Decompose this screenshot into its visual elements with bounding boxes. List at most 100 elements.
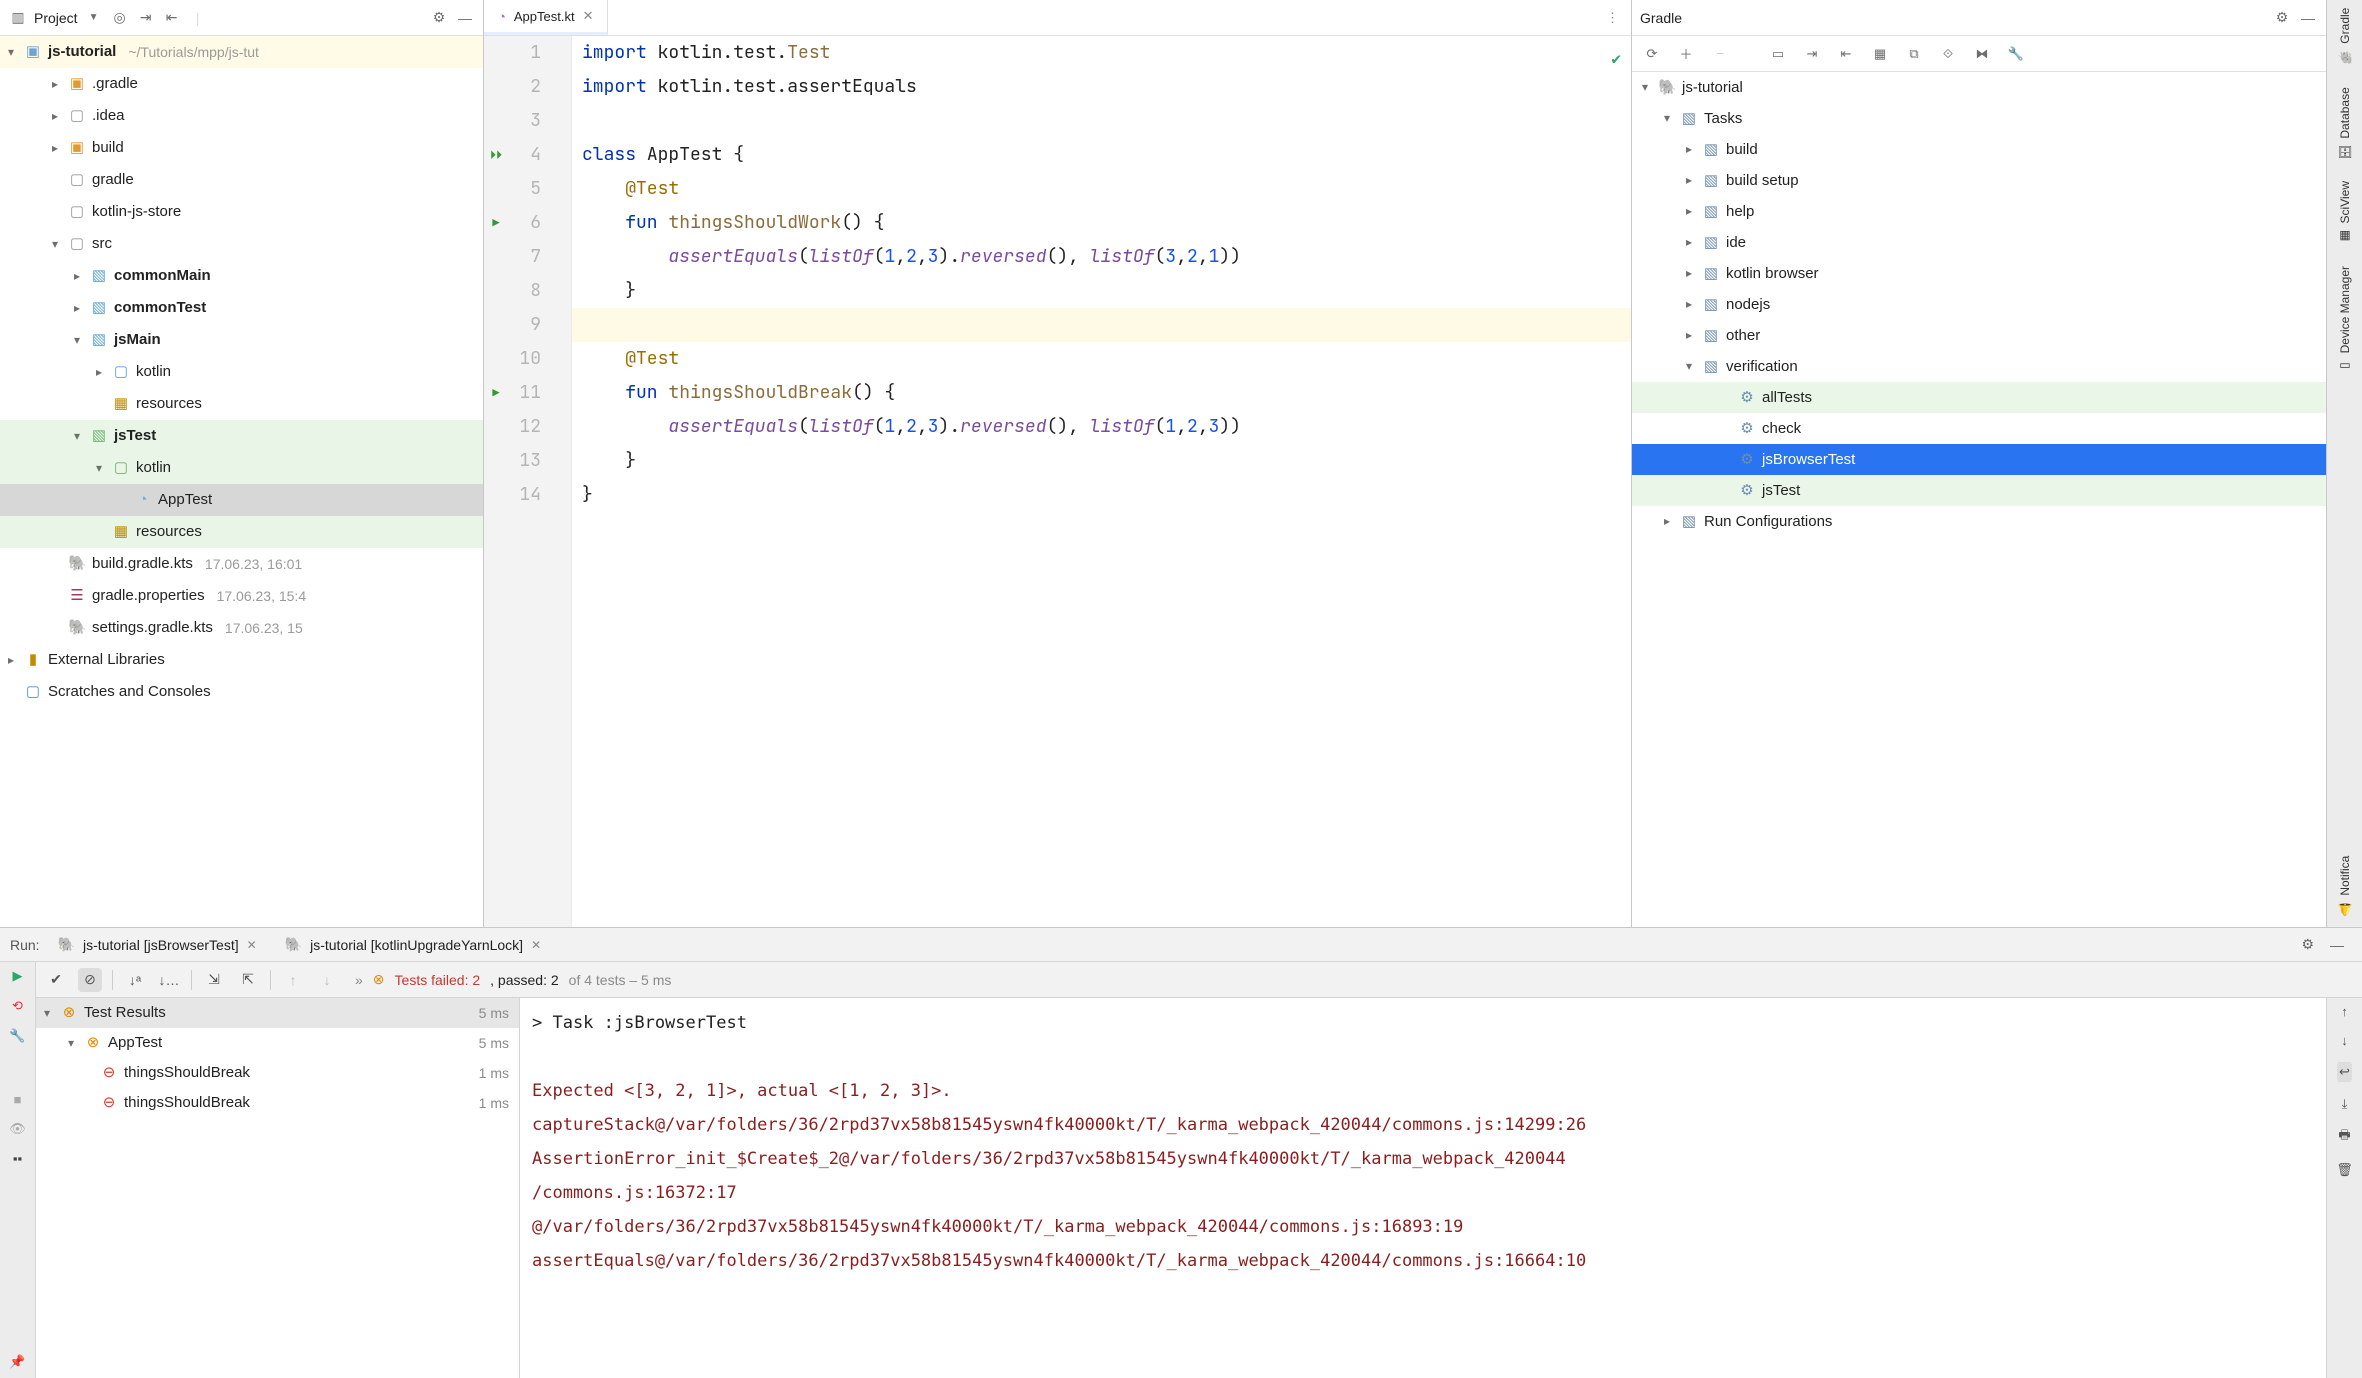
gradle-tasks[interactable]: ▾▧ Tasks (1632, 103, 2326, 134)
rail-sciview[interactable]: ▦SciView (2338, 181, 2352, 243)
remove-icon[interactable]: − (1710, 46, 1730, 61)
offline-icon[interactable]: ⟐ (1938, 46, 1958, 62)
tree-item-gradle[interactable]: ▢gradle (0, 164, 483, 196)
run-tab-upgrade[interactable]: 🐘 js-tutorial [kotlinUpgradeYarnLock] ✕ (275, 932, 551, 958)
gradle-run-configs[interactable]: ▸▧ Run Configurations (1632, 506, 2326, 537)
gutter-run-icon[interactable]: ⏵⏵ (484, 138, 508, 172)
project-title[interactable]: Project (34, 10, 78, 26)
gradle-group-verification[interactable]: ▾▧ verification (1632, 351, 2326, 382)
pin-icon[interactable]: 📌 (8, 1354, 28, 1370)
toggle-icon[interactable]: ▦ (1870, 46, 1890, 62)
code-area[interactable]: ✔ import kotlin.test.Test import kotlin.… (572, 36, 1631, 927)
hide-panel-icon[interactable]: — (2298, 8, 2318, 28)
wrench-icon[interactable]: 🔧 (2006, 46, 2026, 62)
external-libraries[interactable]: ▸ ▮ External Libraries (0, 644, 483, 676)
project-tree[interactable]: ▾ ▣ js-tutorial ~/Tutorials/mpp/js-tut ▸… (0, 36, 483, 927)
gradle-task-check[interactable]: ⚙check (1632, 413, 2326, 444)
gradle-task-jsBrowserTest[interactable]: ⚙jsBrowserTest (1632, 444, 2326, 475)
analyze-icon[interactable]: ⧉ (1904, 46, 1924, 62)
gradle-group-ide[interactable]: ▸▧ide (1632, 227, 2326, 258)
gradle-group-build-setup[interactable]: ▸▧build setup (1632, 165, 2326, 196)
layout-icon[interactable]: ▪▪ (8, 1151, 28, 1166)
soft-wrap-icon[interactable]: ↩ (2337, 1062, 2352, 1082)
gradle-task-allTests[interactable]: ⚙allTests (1632, 382, 2326, 413)
connect-icon[interactable]: ⧓ (1972, 46, 1992, 62)
tree-item-settings-gradle-kts[interactable]: 🐘settings.gradle.kts17.06.23, 15 (0, 612, 483, 644)
add-icon[interactable]: ＋ (1676, 44, 1696, 63)
editor-tab-apptest[interactable]: ◔ AppTest.kt ✕ (484, 0, 608, 35)
print-icon[interactable]: 🖶 (2338, 1126, 2350, 1148)
collapse-icon[interactable]: ⇤ (1836, 46, 1856, 62)
console-output[interactable]: > Task :jsBrowserTest Expected <[3, 2, 1… (520, 998, 2326, 1378)
run-tab-jsbrowsertest[interactable]: 🐘 js-tutorial [jsBrowserTest] ✕ (48, 932, 267, 958)
close-icon[interactable]: ✕ (531, 938, 541, 952)
inspection-ok-icon[interactable]: ✔ (1611, 42, 1621, 76)
down-icon[interactable]: ↓ (315, 968, 339, 992)
project-root[interactable]: ▾ ▣ js-tutorial ~/Tutorials/mpp/js-tut (0, 36, 483, 68)
gradle-group-kotlin-browser[interactable]: ▸▧kotlin browser (1632, 258, 2326, 289)
run-config-icon[interactable]: ▭ (1768, 46, 1788, 62)
gutter-run-icon[interactable]: ▶ (484, 376, 508, 410)
tree-item-kotlin[interactable]: ▾▢kotlin (0, 452, 483, 484)
tree-item--gradle[interactable]: ▸▣.gradle (0, 68, 483, 100)
hide-panel-icon[interactable]: — (455, 8, 475, 28)
project-view-icon[interactable]: ▥ (8, 8, 28, 28)
sort2-icon[interactable]: ↓… (157, 968, 181, 992)
tree-item-jsmain[interactable]: ▾▧jsMain (0, 324, 483, 356)
trash-icon[interactable]: 🗑 (2336, 1162, 2353, 1178)
check-icon[interactable]: ✔ (44, 968, 68, 992)
gradle-group-nodejs[interactable]: ▸▧nodejs (1632, 289, 2326, 320)
run-icon[interactable]: ▶ (8, 968, 28, 984)
tree-item-commontest[interactable]: ▸▧commonTest (0, 292, 483, 324)
tree-item-resources[interactable]: ▦resources (0, 388, 483, 420)
rerun-failed-icon[interactable]: ⟲ (8, 998, 28, 1014)
test-item-2[interactable]: ⊖ thingsShouldBreak 1 ms (36, 1088, 519, 1118)
gradle-group-build[interactable]: ▸▧build (1632, 134, 2326, 165)
dropdown-icon[interactable]: ▼ (84, 8, 104, 28)
sort-icon[interactable]: ↓ᵃ (123, 968, 147, 992)
rail-gradle[interactable]: 🐘Gradle (2338, 8, 2352, 65)
collapse-icon[interactable]: ⇱ (236, 968, 260, 992)
expand-icon[interactable]: ⇥ (1802, 46, 1822, 62)
gear-icon[interactable]: ⚙ (2272, 8, 2292, 28)
gear-icon[interactable]: ⚙ (429, 8, 449, 28)
gradle-task-jsTest[interactable]: ⚙jsTest (1632, 475, 2326, 506)
wrench-icon[interactable]: 🔧 (8, 1028, 28, 1044)
scratches-consoles[interactable]: ▢ Scratches and Consoles (0, 676, 483, 708)
editor-gutter[interactable]: ⏵⏵▶▶ 1234567891011121314 (484, 36, 572, 927)
tree-item-build[interactable]: ▸▣build (0, 132, 483, 164)
scroll-down-icon[interactable]: ↓ (2341, 1033, 2348, 1048)
test-item-1[interactable]: ⊖ thingsShouldBreak 1 ms (36, 1058, 519, 1088)
tree-item-resources[interactable]: ▦resources (0, 516, 483, 548)
expand-icon[interactable]: ⇲ (202, 968, 226, 992)
tree-item-src[interactable]: ▾▢src (0, 228, 483, 260)
target-icon[interactable]: ◎ (110, 8, 130, 28)
scroll-end-icon[interactable]: ⤓ (2342, 1096, 2348, 1112)
gradle-group-help[interactable]: ▸▧help (1632, 196, 2326, 227)
rail-device-manager[interactable]: ▭Device Manager (2338, 266, 2352, 373)
rail-database[interactable]: 🗄Database (2338, 87, 2352, 160)
test-results-root[interactable]: ▾⊗ Test Results 5 ms (36, 998, 519, 1028)
hide-icon[interactable]: — (2330, 937, 2352, 953)
close-icon[interactable]: ✕ (247, 938, 257, 952)
gear-icon[interactable]: ⚙ (2301, 936, 2322, 953)
scroll-up-icon[interactable]: ↑ (2341, 1004, 2348, 1019)
expand-all-icon[interactable]: ⇥ (136, 8, 156, 28)
gradle-tree[interactable]: ▾🐘 js-tutorial ▾▧ Tasks ▸▧build▸▧build s… (1632, 72, 2326, 927)
tree-item-kotlin-js-store[interactable]: ▢kotlin-js-store (0, 196, 483, 228)
rail-notifications[interactable]: 🔔Notifica (2338, 856, 2352, 917)
test-results-tree[interactable]: ▾⊗ Test Results 5 ms ▾⊗ AppTest 5 ms ⊖ t… (36, 998, 520, 1378)
tree-item-kotlin[interactable]: ▸▢kotlin (0, 356, 483, 388)
tree-item-gradle-properties[interactable]: ☰gradle.properties17.06.23, 15:4 (0, 580, 483, 612)
tree-item-build-gradle-kts[interactable]: 🐘build.gradle.kts17.06.23, 16:01 (0, 548, 483, 580)
tree-item-jstest[interactable]: ▾▧jsTest (0, 420, 483, 452)
up-icon[interactable]: ↑ (281, 968, 305, 992)
tree-item-commonmain[interactable]: ▸▧commonMain (0, 260, 483, 292)
gradle-group-other[interactable]: ▸▧other (1632, 320, 2326, 351)
gradle-root[interactable]: ▾🐘 js-tutorial (1632, 72, 2326, 103)
close-tab-icon[interactable]: ✕ (583, 8, 594, 24)
view-icon[interactable]: 👁 (8, 1121, 28, 1137)
gutter-run-icon[interactable]: ▶ (484, 206, 508, 240)
collapse-all-icon[interactable]: ⇤ (162, 8, 182, 28)
editor-more-icon[interactable]: ⋮ (1594, 10, 1631, 26)
